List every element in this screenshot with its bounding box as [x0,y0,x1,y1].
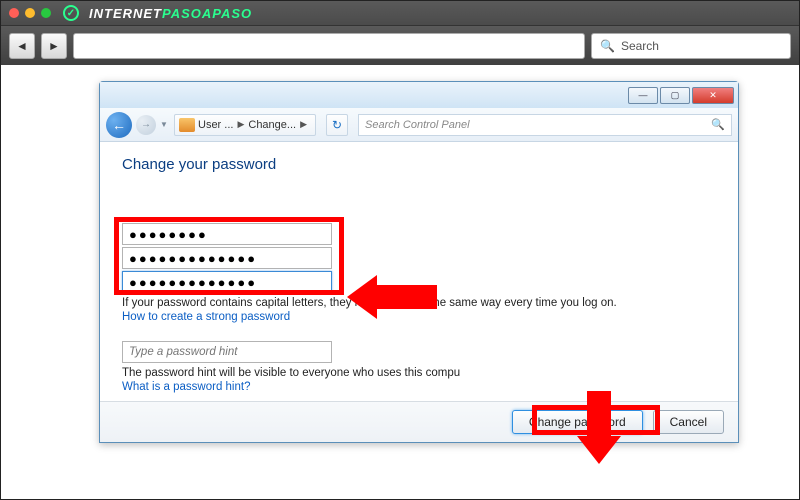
browser-url-input[interactable] [73,33,585,59]
browser-titlebar: ✓ INTERNETPASOAPASO [1,1,799,25]
password-fields-group [122,223,362,293]
window-maximize-button[interactable]: ▢ [660,87,690,104]
close-dot-icon[interactable] [9,8,19,18]
search-icon: 🔍 [600,39,615,53]
password-hint-input[interactable] [122,341,332,363]
confirm-password-input[interactable] [122,271,332,293]
zoom-dot-icon[interactable] [41,8,51,18]
breadcrumb[interactable]: User ... ▶ Change... ▶ [174,114,316,136]
nav-back-button[interactable]: ← [106,112,132,138]
window-minimize-button[interactable]: — [628,87,658,104]
window-titlebar: — ▢ ✕ [100,82,738,108]
browser-search-placeholder: Search [621,39,659,53]
breadcrumb-page: Change... [248,119,296,131]
cancel-label: Cancel [670,415,707,429]
window-footer: Change password Cancel [100,401,738,442]
minimize-dot-icon[interactable] [25,8,35,18]
control-panel-window: — ▢ ✕ ← → ▼ User ... ▶ Change... ▶ ↻ Sea… [99,81,739,443]
window-toolbar: ← → ▼ User ... ▶ Change... ▶ ↻ Search Co… [100,108,738,142]
window-close-button[interactable]: ✕ [692,87,734,104]
cancel-button[interactable]: Cancel [653,410,724,434]
chevron-right-icon: ▶ [237,119,244,130]
hint-note-text: The password hint will be visible to eve… [122,367,716,379]
breadcrumb-user: User ... [198,119,233,131]
new-password-input[interactable] [122,247,332,269]
strong-password-link[interactable]: How to create a strong password [122,311,716,323]
search-icon: 🔍 [711,118,725,131]
refresh-button[interactable]: ↻ [326,114,348,136]
user-accounts-icon [179,118,195,132]
password-hint-link[interactable]: What is a password hint? [122,381,716,393]
site-logo-icon: ✓ [63,5,79,21]
window-content: Change your password If your password co… [100,142,738,401]
browser-back-button[interactable]: ◄ [9,33,35,59]
control-panel-search-input[interactable]: Search Control Panel 🔍 [358,114,732,136]
site-logo-text: INTERNETPASOAPASO [89,6,252,21]
page-title: Change your password [122,156,716,173]
browser-nav-bar: ◄ ► 🔍 Search [1,25,799,65]
browser-forward-button[interactable]: ► [41,33,67,59]
nav-forward-button[interactable]: → [136,115,156,135]
current-password-input[interactable] [122,223,332,245]
browser-search-input[interactable]: 🔍 Search [591,33,791,59]
cp-search-placeholder: Search Control Panel [365,119,470,131]
nav-history-dropdown[interactable]: ▼ [160,120,170,129]
chevron-right-icon: ▶ [300,119,307,130]
change-password-label: Change password [529,415,626,429]
caps-note-text: If your password contains capital letter… [122,297,716,309]
change-password-button[interactable]: Change password [512,410,643,434]
